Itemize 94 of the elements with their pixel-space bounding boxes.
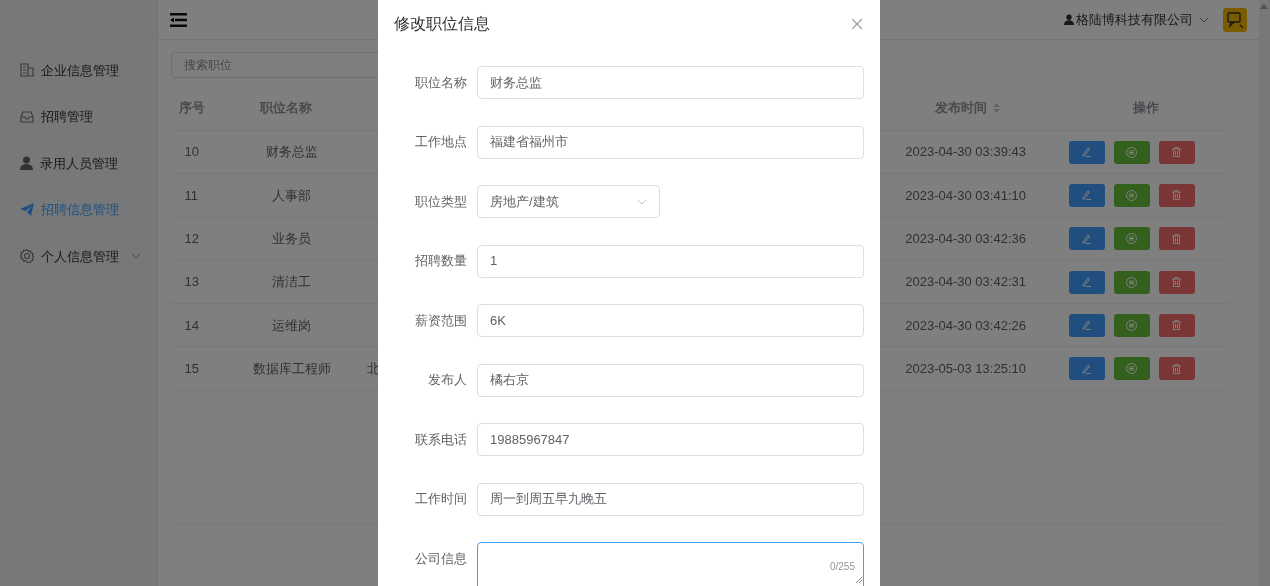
field-label: 公司信息 — [415, 549, 467, 568]
edit-button[interactable] — [1068, 183, 1105, 207]
table-cell: 数据库工程师 — [252, 360, 331, 376]
table-cell: 清洁工 — [272, 274, 312, 290]
paper-plane-icon — [20, 203, 34, 217]
scroll-up-icon[interactable] — [1260, 4, 1269, 9]
pencil-icon — [1082, 363, 1092, 374]
field-label: 薪资范围 — [415, 311, 467, 330]
dialog-title: 修改职位信息 — [394, 13, 490, 34]
view-button[interactable] — [1113, 140, 1150, 164]
trash-icon — [1172, 363, 1182, 374]
view-button[interactable] — [1113, 183, 1150, 207]
table-cell: 15 — [184, 360, 200, 376]
user-menu[interactable]: 格陆博科技有限公司 — [1063, 9, 1209, 30]
table-cell: 运维岗 — [272, 317, 312, 333]
user-icon — [20, 156, 33, 171]
list-icon — [1126, 363, 1138, 375]
field-label: 发布人 — [428, 371, 467, 390]
sidebar-item[interactable]: 个人信息管理 — [0, 233, 157, 280]
chevron-down-icon — [637, 198, 647, 205]
view-button[interactable] — [1113, 313, 1150, 337]
list-icon — [1126, 189, 1138, 201]
field-label: 职位名称 — [415, 73, 467, 92]
delete-button[interactable] — [1158, 227, 1195, 251]
table-cell: 2023-04-30 03:42:31 — [905, 274, 1026, 290]
trash-icon — [1172, 147, 1182, 158]
view-button[interactable] — [1113, 357, 1150, 381]
table-cell: 12 — [184, 231, 200, 246]
sort-icon[interactable] — [993, 103, 1001, 113]
delete-button[interactable] — [1158, 313, 1195, 337]
list-icon — [1126, 276, 1138, 288]
sidebar-item[interactable]: 录用人员管理 — [0, 140, 157, 187]
view-button[interactable] — [1113, 270, 1150, 294]
field-label: 招聘数量 — [415, 252, 467, 271]
edit-button[interactable] — [1068, 357, 1105, 381]
text-area[interactable]: 0/255 — [477, 542, 864, 586]
settings-icon — [20, 249, 34, 264]
list-icon — [1126, 146, 1138, 158]
input-field[interactable]: 6K — [477, 304, 864, 337]
table-cell: 财务总监 — [265, 144, 318, 160]
trash-icon — [1172, 320, 1182, 331]
pencil-icon — [1082, 190, 1092, 201]
input-field[interactable]: 财务总监 — [477, 66, 864, 99]
user-icon — [1063, 14, 1074, 25]
field-label: 工作时间 — [415, 490, 467, 509]
menu-icon[interactable] — [169, 12, 187, 27]
table-cell: 2023-04-30 03:39:43 — [905, 144, 1026, 160]
select-field[interactable]: 房地产/建筑 — [477, 185, 660, 218]
pencil-icon — [1082, 147, 1092, 158]
edit-button[interactable] — [1068, 313, 1105, 337]
trash-icon — [1172, 233, 1182, 244]
field-label: 联系电话 — [415, 430, 467, 449]
chevron-down-icon — [1198, 16, 1209, 23]
close-icon[interactable] — [852, 18, 862, 29]
edit-button[interactable] — [1068, 227, 1105, 251]
sidebar-item[interactable]: 招聘管理 — [0, 93, 157, 140]
table-cell: 2023-04-30 03:41:10 — [905, 187, 1026, 203]
delete-button[interactable] — [1158, 357, 1195, 381]
trash-icon — [1172, 277, 1182, 288]
pencil-icon — [1082, 277, 1092, 288]
edit-button[interactable] — [1068, 140, 1105, 164]
table-cell: 2023-05-03 13:25:10 — [905, 360, 1026, 376]
input-field[interactable]: 橘右京 — [477, 363, 864, 397]
delete-button[interactable] — [1158, 270, 1195, 294]
table-cell: 2023-04-30 03:42:26 — [905, 317, 1026, 333]
table-cell: 业务员 — [272, 231, 312, 246]
list-icon — [1126, 319, 1138, 331]
delete-button[interactable] — [1158, 140, 1195, 164]
resize-handle-icon[interactable] — [856, 577, 862, 583]
table-cell: 14 — [184, 317, 200, 333]
building-icon — [20, 63, 34, 78]
input-field[interactable]: 1 — [477, 244, 864, 278]
pencil-icon — [1082, 233, 1092, 244]
avatar-icon[interactable] — [1222, 7, 1247, 32]
field-label: 工作地点 — [415, 133, 467, 152]
view-button[interactable] — [1113, 227, 1150, 251]
table-cell: 2023-04-30 03:42:36 — [905, 231, 1026, 246]
chevron-down-icon — [130, 253, 141, 260]
delete-button[interactable] — [1158, 183, 1195, 207]
input-field[interactable]: 19885967847 — [477, 423, 864, 456]
list-icon — [1126, 233, 1138, 245]
table-cell: 13 — [184, 274, 200, 290]
field-label: 职位类型 — [415, 192, 467, 211]
character-counter: 0/255 — [829, 560, 855, 574]
table-cell: 人事部 — [272, 187, 312, 203]
edit-button[interactable] — [1068, 270, 1105, 294]
input-field[interactable]: 福建省福州市 — [477, 125, 864, 159]
sidebar-item[interactable]: 企业信息管理 — [0, 47, 157, 94]
table-cell: 11 — [184, 187, 199, 203]
input-field[interactable]: 周一到周五早九晚五 — [477, 482, 864, 516]
trash-icon — [1172, 190, 1182, 201]
inbox-icon — [20, 110, 34, 123]
pencil-icon — [1082, 320, 1092, 331]
table-cell: 10 — [184, 144, 200, 160]
